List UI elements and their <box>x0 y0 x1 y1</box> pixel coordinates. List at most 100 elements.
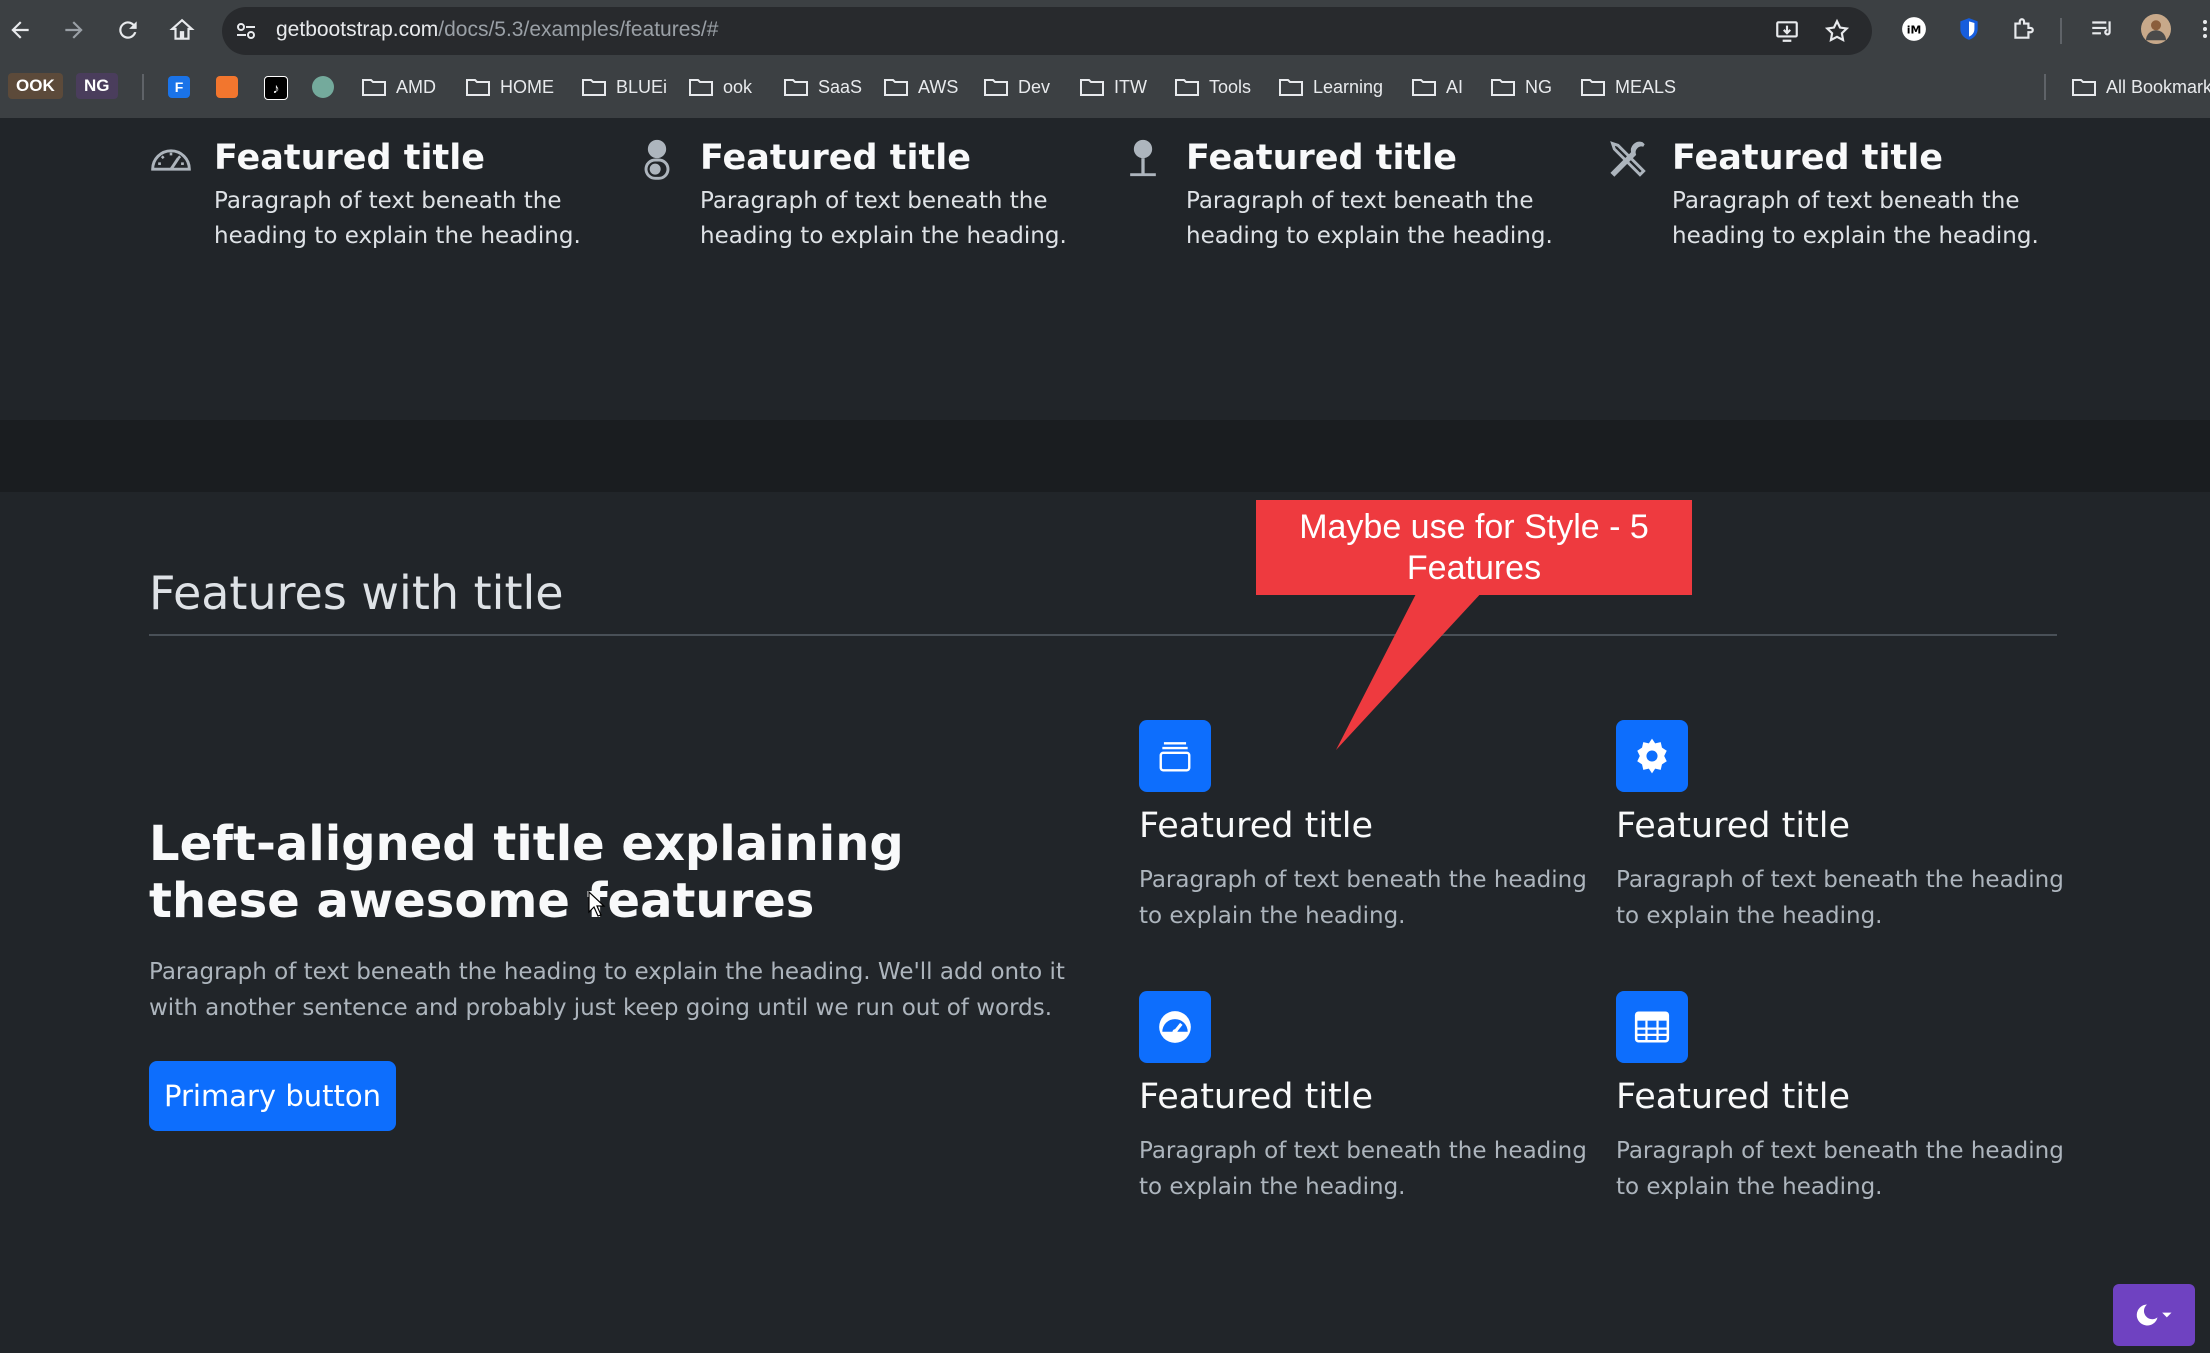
bookmark-label: All Bookmarks <box>2106 76 2210 97</box>
mouse-cursor-icon <box>588 891 606 917</box>
media-control-icon[interactable] <box>2087 14 2117 44</box>
bitwarden-shield-icon[interactable] <box>1954 14 1984 44</box>
bookmark-folder-amd[interactable]: AMD <box>362 72 436 102</box>
bookmark-favicon-f[interactable]: F <box>168 76 190 98</box>
bookmark-label: ook <box>723 76 753 97</box>
annotation-callout: Maybe use for Style - 5 Features <box>1256 500 1692 595</box>
bookmark-favicon-chatgpt-icon[interactable] <box>312 76 334 98</box>
home-button[interactable] <box>164 12 200 48</box>
install-app-icon[interactable] <box>1774 18 1800 44</box>
bookmark-folder-ng[interactable]: NG <box>1491 72 1552 102</box>
folder-icon <box>1080 79 1104 96</box>
card-text: Paragraph of text beneath the heading to… <box>1616 1138 2064 1200</box>
card-text: Paragraph of text beneath the heading to… <box>1139 1138 1587 1200</box>
gear-icon <box>1637 738 1667 774</box>
bookmark-tag-ng[interactable]: NG <box>76 73 118 99</box>
bookmark-folder-home[interactable]: HOME <box>466 72 554 102</box>
collection-icon <box>1159 742 1191 772</box>
folder-icon <box>1412 79 1436 96</box>
bookmark-folder-tools[interactable]: Tools <box>1175 72 1251 102</box>
section-divider <box>149 634 2057 636</box>
callout-pointer <box>1336 590 1484 750</box>
card-icon-box <box>1139 720 1211 792</box>
bookmark-label: Tools <box>1209 76 1252 97</box>
site-settings-icon[interactable] <box>234 19 258 43</box>
star-icon[interactable] <box>1824 18 1850 44</box>
folder-icon <box>466 79 490 96</box>
bookmark-label: MEALS <box>1615 76 1677 97</box>
extensions-puzzle-icon[interactable] <box>2008 14 2038 44</box>
feature-title: Featured title <box>700 138 971 178</box>
bookmark-folder-dev[interactable]: Dev <box>984 72 1050 102</box>
folder-icon <box>1279 79 1303 96</box>
toggles-icon <box>644 139 670 180</box>
browser-chrome: getbootstrap.com/docs/5.3/examples/featu… <box>0 0 2210 118</box>
section-title: Features with title <box>149 566 564 620</box>
bookmark-label: ITW <box>1114 76 1147 97</box>
table-icon <box>1634 1011 1670 1043</box>
card-text: Paragraph of text beneath the heading to… <box>1139 867 1587 929</box>
bookmark-favicon-box-icon[interactable] <box>216 76 238 98</box>
bookmark-label: AMD <box>396 76 436 97</box>
feature-text: Paragraph of text beneath the heading to… <box>1186 188 1553 249</box>
url-host: getbootstrap.com <box>276 18 439 41</box>
section-divider-band <box>0 420 2210 492</box>
bookmark-folder-saas[interactable]: SaaS <box>784 72 862 102</box>
card-icon-box <box>1139 991 1211 1063</box>
bookmark-label: SaaS <box>818 76 863 97</box>
url-text[interactable]: getbootstrap.com/docs/5.3/examples/featu… <box>276 18 718 42</box>
bookmark-folder-ook[interactable]: ook <box>689 72 752 102</box>
forward-button[interactable] <box>56 12 92 48</box>
bookmark-label: BLUEi <box>616 76 668 97</box>
primary-button[interactable]: Primary button <box>149 1061 396 1131</box>
card-title: Featured title <box>1616 1077 1851 1117</box>
speedometer-icon <box>1159 1011 1191 1043</box>
speedometer-icon <box>151 149 191 171</box>
folder-icon <box>582 79 606 96</box>
back-button[interactable] <box>2 12 38 48</box>
card-icon-box <box>1616 720 1688 792</box>
bookmark-tag-ook[interactable]: OOK <box>8 73 63 99</box>
bookmarks-bar: OOK NG F ♪ AMD HOME BLUEi ook SaaS AWS D… <box>0 68 2210 108</box>
extension-m-icon[interactable]: iM <box>1899 14 1929 44</box>
moon-stars-icon <box>2136 1304 2172 1326</box>
folder-icon <box>689 79 713 96</box>
reload-icon <box>119 21 137 39</box>
url-path: /docs/5.3/examples/features/# <box>438 18 719 41</box>
profile-avatar[interactable] <box>2141 14 2171 44</box>
bookmark-folder-bluei[interactable]: BLUEi <box>582 72 667 102</box>
left-aligned-paragraph: Paragraph of text beneath the heading to… <box>149 959 1065 1021</box>
bookmark-label: AI <box>1446 76 1464 97</box>
browser-toolbar: getbootstrap.com/docs/5.3/examples/featu… <box>0 0 2210 62</box>
arrow-right-icon <box>65 21 83 39</box>
theme-toggle-button[interactable] <box>2113 1284 2195 1346</box>
reload-button[interactable] <box>110 12 146 48</box>
feature-title: Featured title <box>214 138 485 178</box>
card-title: Featured title <box>1616 806 1851 846</box>
bookmark-folder-learning[interactable]: Learning <box>1279 72 1383 102</box>
feature-text: Paragraph of text beneath the heading to… <box>214 188 581 249</box>
svg-text:iM: iM <box>1907 23 1922 36</box>
bookmark-folder-itw[interactable]: ITW <box>1080 72 1147 102</box>
bookmark-favicon-tiktok-icon[interactable]: ♪ <box>264 76 288 100</box>
feature-text: Paragraph of text beneath the heading to… <box>1672 188 2039 249</box>
bookmark-folder-aws[interactable]: AWS <box>884 72 958 102</box>
home-icon <box>169 18 195 40</box>
card-title: Featured title <box>1139 806 1374 846</box>
bookmark-separator <box>142 74 144 100</box>
all-bookmarks-folder[interactable]: All Bookmarks <box>2072 72 2210 102</box>
card-text: Paragraph of text beneath the heading to… <box>1616 867 2064 929</box>
address-bar[interactable]: getbootstrap.com/docs/5.3/examples/featu… <box>222 7 1872 55</box>
arrow-left-icon <box>11 21 29 39</box>
feature-text: Paragraph of text beneath the heading to… <box>700 188 1067 249</box>
bookmark-folder-meals[interactable]: MEALS <box>1581 72 1676 102</box>
tools-icon <box>1610 141 1646 177</box>
folder-icon <box>1581 79 1605 96</box>
card-icon-box <box>1616 991 1688 1063</box>
browser-menu-icon[interactable] <box>2190 14 2210 44</box>
feature-title: Featured title <box>1672 138 1943 178</box>
bookmark-label: AWS <box>918 76 959 97</box>
bookmark-folder-ai[interactable]: AI <box>1412 72 1463 102</box>
bookmark-label: Learning <box>1313 76 1384 97</box>
bookmark-label: HOME <box>500 76 554 97</box>
